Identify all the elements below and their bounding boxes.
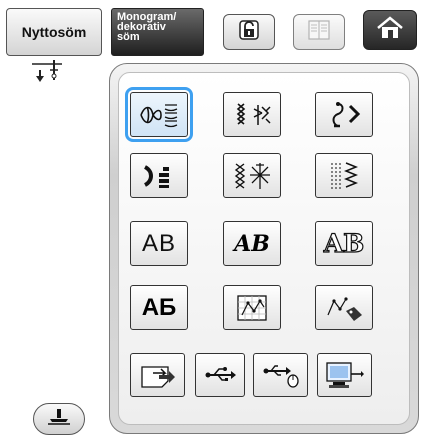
decorative-stitch-2-button[interactable] [223,92,281,137]
font-script-button[interactable]: AB [223,221,281,266]
tab-monogram-line-3: söm [117,31,140,43]
my-custom-stitch-button[interactable] [223,285,281,330]
book-icon [307,19,331,46]
decorative-stitch-1-button[interactable] [125,87,193,142]
tab-monogram-decorative[interactable]: Monogram/ dekorativ söm [111,8,204,56]
tab-utility-stitch[interactable]: Nyttosöm [6,8,102,56]
home-icon [375,15,405,46]
decorative-stitch-3-icon [324,100,364,130]
font-script-label: AB [234,230,270,257]
font-gothic-button[interactable]: AB [130,221,188,266]
satin-stitch-button[interactable] [130,153,188,198]
home-button[interactable] [363,10,417,50]
font-gothic-label: AB [141,229,176,257]
font-outline-label: AB [323,228,365,258]
my-custom-stitch-edit-icon [324,293,364,323]
pocket-icon [139,361,177,389]
needle-position-indicator [26,60,76,86]
manual-button[interactable] [293,14,345,50]
decorative-stitch-1-icon [137,101,181,129]
font-cyrillic-label: АБ [141,293,177,321]
decorative-stitch-3-button[interactable] [315,92,373,137]
computer-icon [325,360,365,390]
usb-button[interactable] [195,353,245,397]
font-cyrillic-button[interactable]: АБ [130,285,188,330]
cross-stitch-icon [230,161,274,191]
satin-stitch-icon [137,161,181,191]
usb-media-icon [262,362,300,388]
decorative-stitch-2-icon [230,101,274,129]
lock-button[interactable] [223,14,275,50]
utility-decorative-stitch-icon [324,160,364,192]
presser-foot-icon [46,408,72,431]
font-outline-button[interactable]: AB [315,221,373,266]
cross-stitch-button[interactable] [223,153,281,198]
pocket-button[interactable] [130,353,185,397]
my-custom-stitch-edit-button[interactable] [315,285,373,330]
utility-decorative-stitch-button[interactable] [315,153,373,198]
usb-media-button[interactable] [253,353,308,397]
tab-utility-label: Nyttosöm [21,24,87,40]
lock-icon [238,19,260,46]
my-custom-stitch-icon [234,293,270,323]
presser-foot-button[interactable] [33,403,85,435]
computer-button[interactable] [317,353,372,397]
usb-icon [204,365,236,385]
